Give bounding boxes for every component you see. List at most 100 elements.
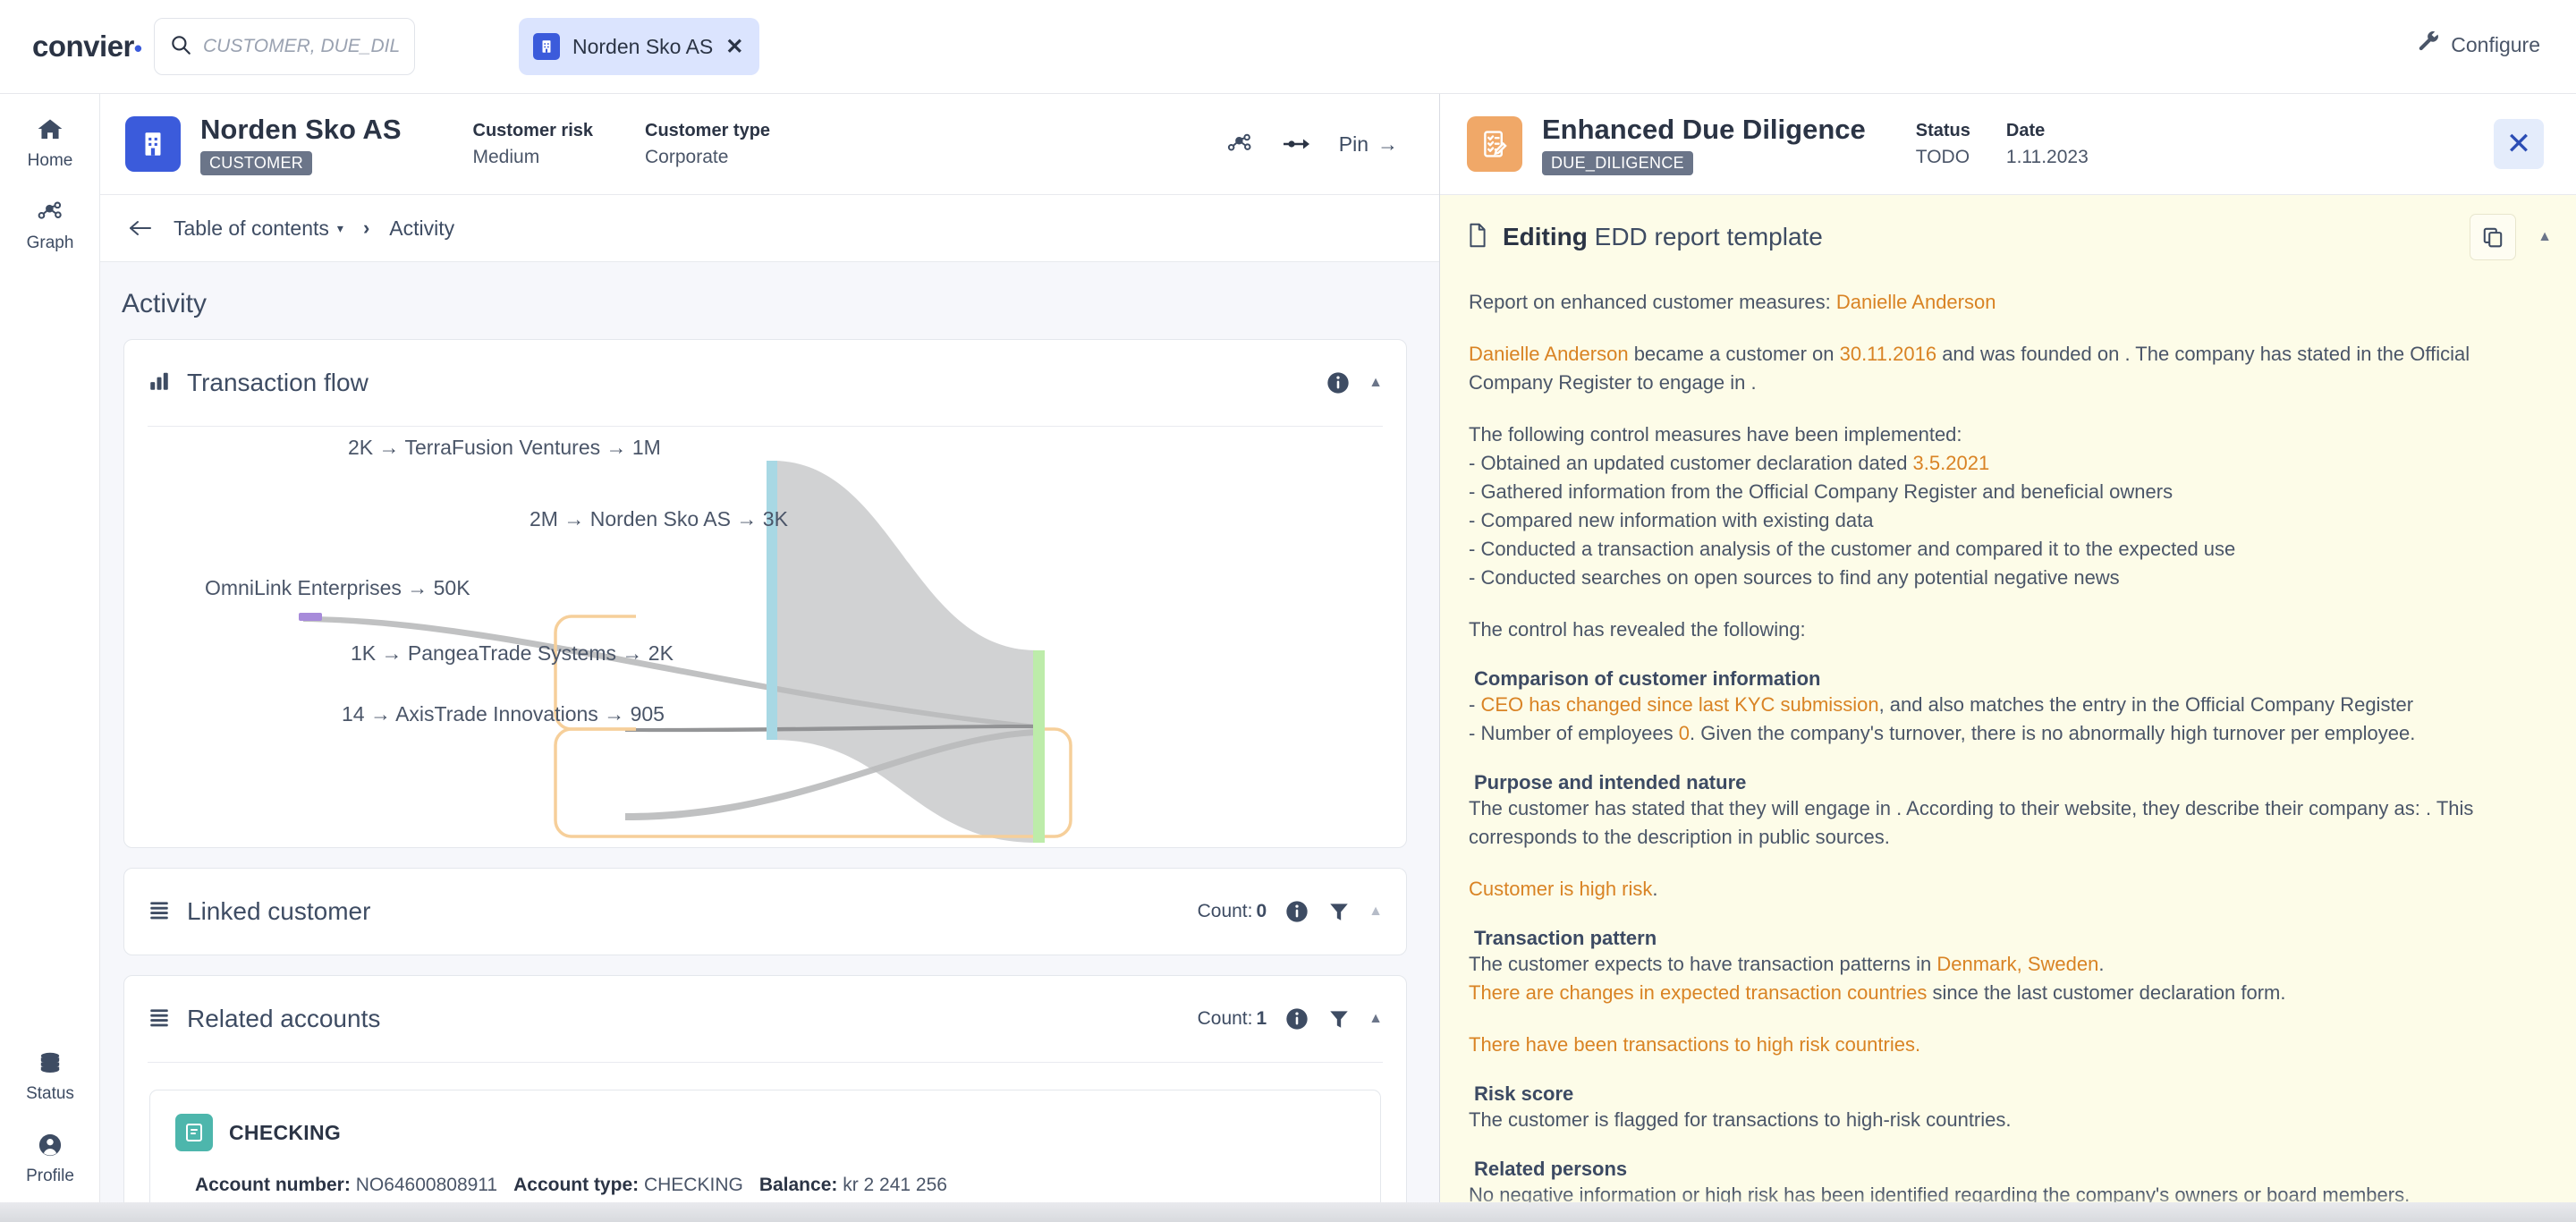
document-icon [1467, 223, 1488, 252]
sidebar-label-graph: Graph [26, 233, 74, 252]
card-title: Linked customer [187, 897, 371, 925]
count-label: Count: [1197, 901, 1253, 921]
report-measure-2: - Gathered information from the Official… [1469, 480, 2174, 503]
card-title: Related accounts [187, 1005, 381, 1032]
pin-button[interactable]: Pin → [1339, 132, 1398, 157]
logo-text: convier [32, 30, 134, 63]
arrow-right-icon: → [1377, 132, 1398, 156]
close-tab-icon[interactable]: ✕ [725, 34, 743, 60]
sidebar-item-profile[interactable]: Profile [0, 1133, 100, 1186]
caret-up-icon[interactable]: ▲ [1368, 1011, 1383, 1027]
info-icon[interactable] [1326, 370, 1351, 395]
page-title: Norden Sko AS [200, 113, 402, 145]
building-icon [533, 33, 560, 60]
caret-up-icon[interactable]: ▲ [1368, 375, 1383, 391]
comparison-l1-a: - [1469, 693, 1481, 716]
sankey-label-omnilink: OmniLink Enterprises → 50K [205, 576, 470, 599]
count-display: Count: 0 [1198, 901, 1267, 922]
report-editor: Editing EDD report template ▲ Report on … [1440, 195, 2576, 1222]
account-number-value: NO64600808911 [355, 1175, 498, 1195]
report-heading-transaction-pattern: Transaction pattern [1474, 927, 1657, 949]
measure-1-text: - Obtained an updated customer declarati… [1469, 452, 1913, 474]
status-badge: CUSTOMER [200, 150, 313, 175]
search-input[interactable] [203, 36, 400, 57]
report-intro-name: Danielle Anderson [1835, 291, 1996, 313]
sidebar-item-home[interactable]: Home [0, 117, 100, 171]
logo-dot: • [133, 35, 142, 62]
report-title: Editing EDD report template [1503, 223, 1823, 251]
sankey-label-pangea: 1K → PangeaTrade Systems → 2K [351, 641, 674, 665]
database-icon [36, 1050, 64, 1080]
due-diligence-panel: Enhanced Due Diligence DUE_DILIGENCE Sta… [1439, 94, 2576, 1222]
related-accounts-card: Related accounts Count: 1 ▲ CHECKING Acc… [123, 975, 1407, 1222]
pattern-l1-c: . [2098, 953, 2105, 975]
pin-label: Pin [1338, 132, 1368, 156]
search-box[interactable] [154, 18, 415, 75]
report-purpose-body: The customer has stated that they will e… [1469, 797, 2474, 848]
wrench-icon [2417, 30, 2440, 59]
copy-icon[interactable] [2470, 214, 2517, 260]
editing-label: Editing [1503, 223, 1588, 250]
balance-value: kr 2 241 256 [843, 1175, 947, 1195]
date-field: Date 1.11.2023 [2006, 121, 2089, 168]
search-icon [169, 33, 192, 61]
activity-scroll-area[interactable]: Activity Transaction flow ▲ 2K → TerraFu… [100, 262, 1439, 1222]
checklist-edit-icon [1467, 116, 1522, 172]
breadcrumb-table-of-contents[interactable]: Table of contents ▾ [174, 216, 343, 241]
report-high-risk: Customer is high risk. [1469, 875, 2541, 904]
report-heading-risk-score: Risk score [1474, 1082, 1574, 1105]
building-icon [125, 116, 181, 172]
left-sidebar: Home Graph Status Profile [0, 94, 100, 1222]
list-icon [148, 898, 171, 926]
customer-risk-value: Medium [472, 146, 540, 167]
report-pattern-line-2: There are changes in expected transactio… [1469, 979, 2541, 1007]
sidebar-item-status[interactable]: Status [0, 1050, 100, 1104]
comparison-l2-value: 0 [1678, 722, 1690, 744]
customer-risk-label: Customer risk [472, 120, 594, 140]
filter-icon[interactable] [1327, 1007, 1351, 1031]
report-body[interactable]: Report on enhanced customer measures: Da… [1440, 279, 2576, 1209]
customer-type-value: Corporate [645, 146, 729, 167]
report-measure-3: - Compared new information with existing… [1469, 509, 1874, 531]
sankey-node-omnilink [299, 613, 322, 621]
home-icon [36, 117, 64, 147]
chevron-down-icon: ▾ [336, 220, 343, 235]
info-icon[interactable] [1284, 1006, 1309, 1031]
main-content: Norden Sko AS CUSTOMER Customer risk Med… [100, 94, 1439, 1222]
pattern-countries: Denmark, Sweden [1936, 953, 2099, 975]
measure-1-date: 3.5.2021 [1912, 452, 1990, 474]
linked-customer-card: Linked customer Count: 0 ▲ [123, 868, 1407, 955]
report-heading-related-persons: Related persons [1474, 1158, 1628, 1180]
breadcrumb-toc-label: Table of contents [174, 216, 329, 240]
graph-icon [36, 199, 64, 229]
bottom-strip [0, 1202, 2576, 1222]
filter-icon[interactable] [1327, 900, 1351, 923]
pattern-l1-a: The customer expects to have transaction… [1469, 953, 1937, 975]
comparison-l2-a: - Number of employees [1469, 722, 1679, 744]
open-entity-tab[interactable]: Norden Sko AS ✕ [519, 18, 760, 75]
report-intro: Report on enhanced customer measures: Da… [1469, 288, 2541, 317]
back-arrow-icon[interactable] [127, 218, 154, 238]
sankey-node-terrafusion [767, 461, 777, 740]
sidebar-item-graph[interactable]: Graph [0, 199, 100, 253]
report-p1-name: Danielle Anderson [1469, 343, 1629, 365]
tab-label: Norden Sko AS [572, 34, 714, 58]
caret-up-icon[interactable]: ▲ [1368, 904, 1383, 920]
pattern-l2-b: since the last customer declaration form… [1927, 981, 2286, 1004]
customer-type-label: Customer type [645, 120, 771, 140]
account-icon [175, 1114, 213, 1151]
configure-button[interactable]: Configure [2417, 30, 2540, 59]
caret-up-icon[interactable]: ▲ [2538, 229, 2552, 245]
close-icon[interactable]: ✕ [2494, 119, 2544, 169]
customer-type-field: Customer type Corporate [645, 121, 770, 168]
arrow-flow-icon[interactable] [1282, 135, 1310, 153]
breadcrumb-separator: › [362, 216, 370, 239]
account-type-value: CHECKING [643, 1175, 743, 1195]
info-icon[interactable] [1284, 899, 1309, 924]
panel-badge: DUE_DILIGENCE [1542, 150, 1693, 175]
report-heading-purpose: Purpose and intended nature [1474, 771, 1747, 793]
graph-icon[interactable] [1226, 132, 1253, 157]
account-type-label: Account type: [513, 1175, 640, 1195]
sankey-label-terrafusion: 2K → TerraFusion Ventures → 1M [348, 436, 661, 459]
transaction-flow-sankey: 2K → TerraFusion Ventures → 1M 2M → Nord… [124, 427, 1406, 847]
